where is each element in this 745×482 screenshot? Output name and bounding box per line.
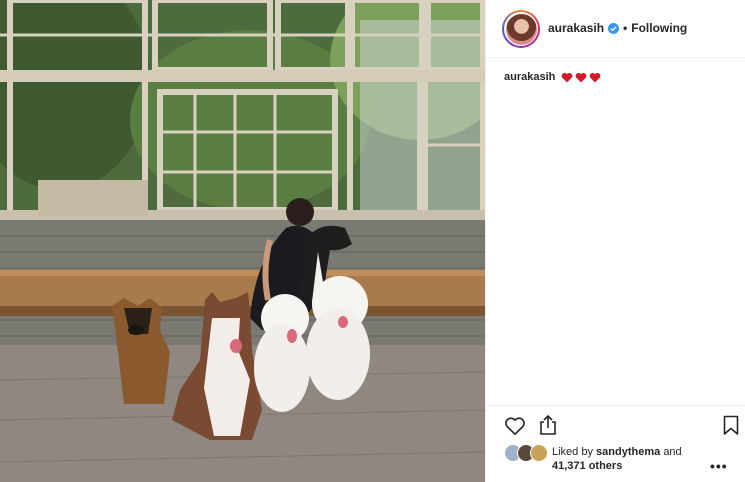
liked-by-user[interactable]: sandythema [596,446,660,458]
header-text: aurakasih • Following [548,21,687,35]
liker-avatars[interactable] [504,444,550,462]
caption-hearts [561,72,601,83]
post-photo[interactable] [0,0,485,482]
likes-text: Liked by sandythema and 41,371 others [552,445,682,473]
liked-by-prefix: Liked by [552,446,593,458]
others-count-link[interactable]: 41,371 others [552,460,622,472]
liked-by-and: and [663,446,682,458]
header-separator: • [623,21,628,35]
avatar-frame [504,12,538,46]
actions-divider [486,405,745,406]
heart-emoji-icon [590,72,601,82]
bookmark-icon[interactable] [723,415,739,436]
instagram-post: aurakasih • Following aurakasih Liked by… [0,0,745,482]
heart-emoji-icon [562,72,573,82]
avatar-image [505,13,537,45]
heart-emoji-icon [576,72,587,82]
verified-badge-icon [608,22,620,34]
post-caption: aurakasih [504,71,601,83]
post-header: aurakasih • Following [486,0,745,58]
profile-avatar[interactable] [502,10,540,48]
heart-outline-icon[interactable] [504,416,526,436]
liker-avatar [530,444,548,462]
likes-summary: Liked by sandythema and 41,371 others [504,443,734,477]
header-username[interactable]: aurakasih [548,21,604,35]
following-button[interactable]: Following [631,21,687,35]
ellipsis-icon[interactable]: ••• [710,458,728,474]
caption-username[interactable]: aurakasih [504,71,555,83]
share-icon[interactable] [538,414,558,436]
post-side-panel: aurakasih • Following aurakasih Liked by… [485,0,745,482]
photo-illustration [0,0,485,482]
